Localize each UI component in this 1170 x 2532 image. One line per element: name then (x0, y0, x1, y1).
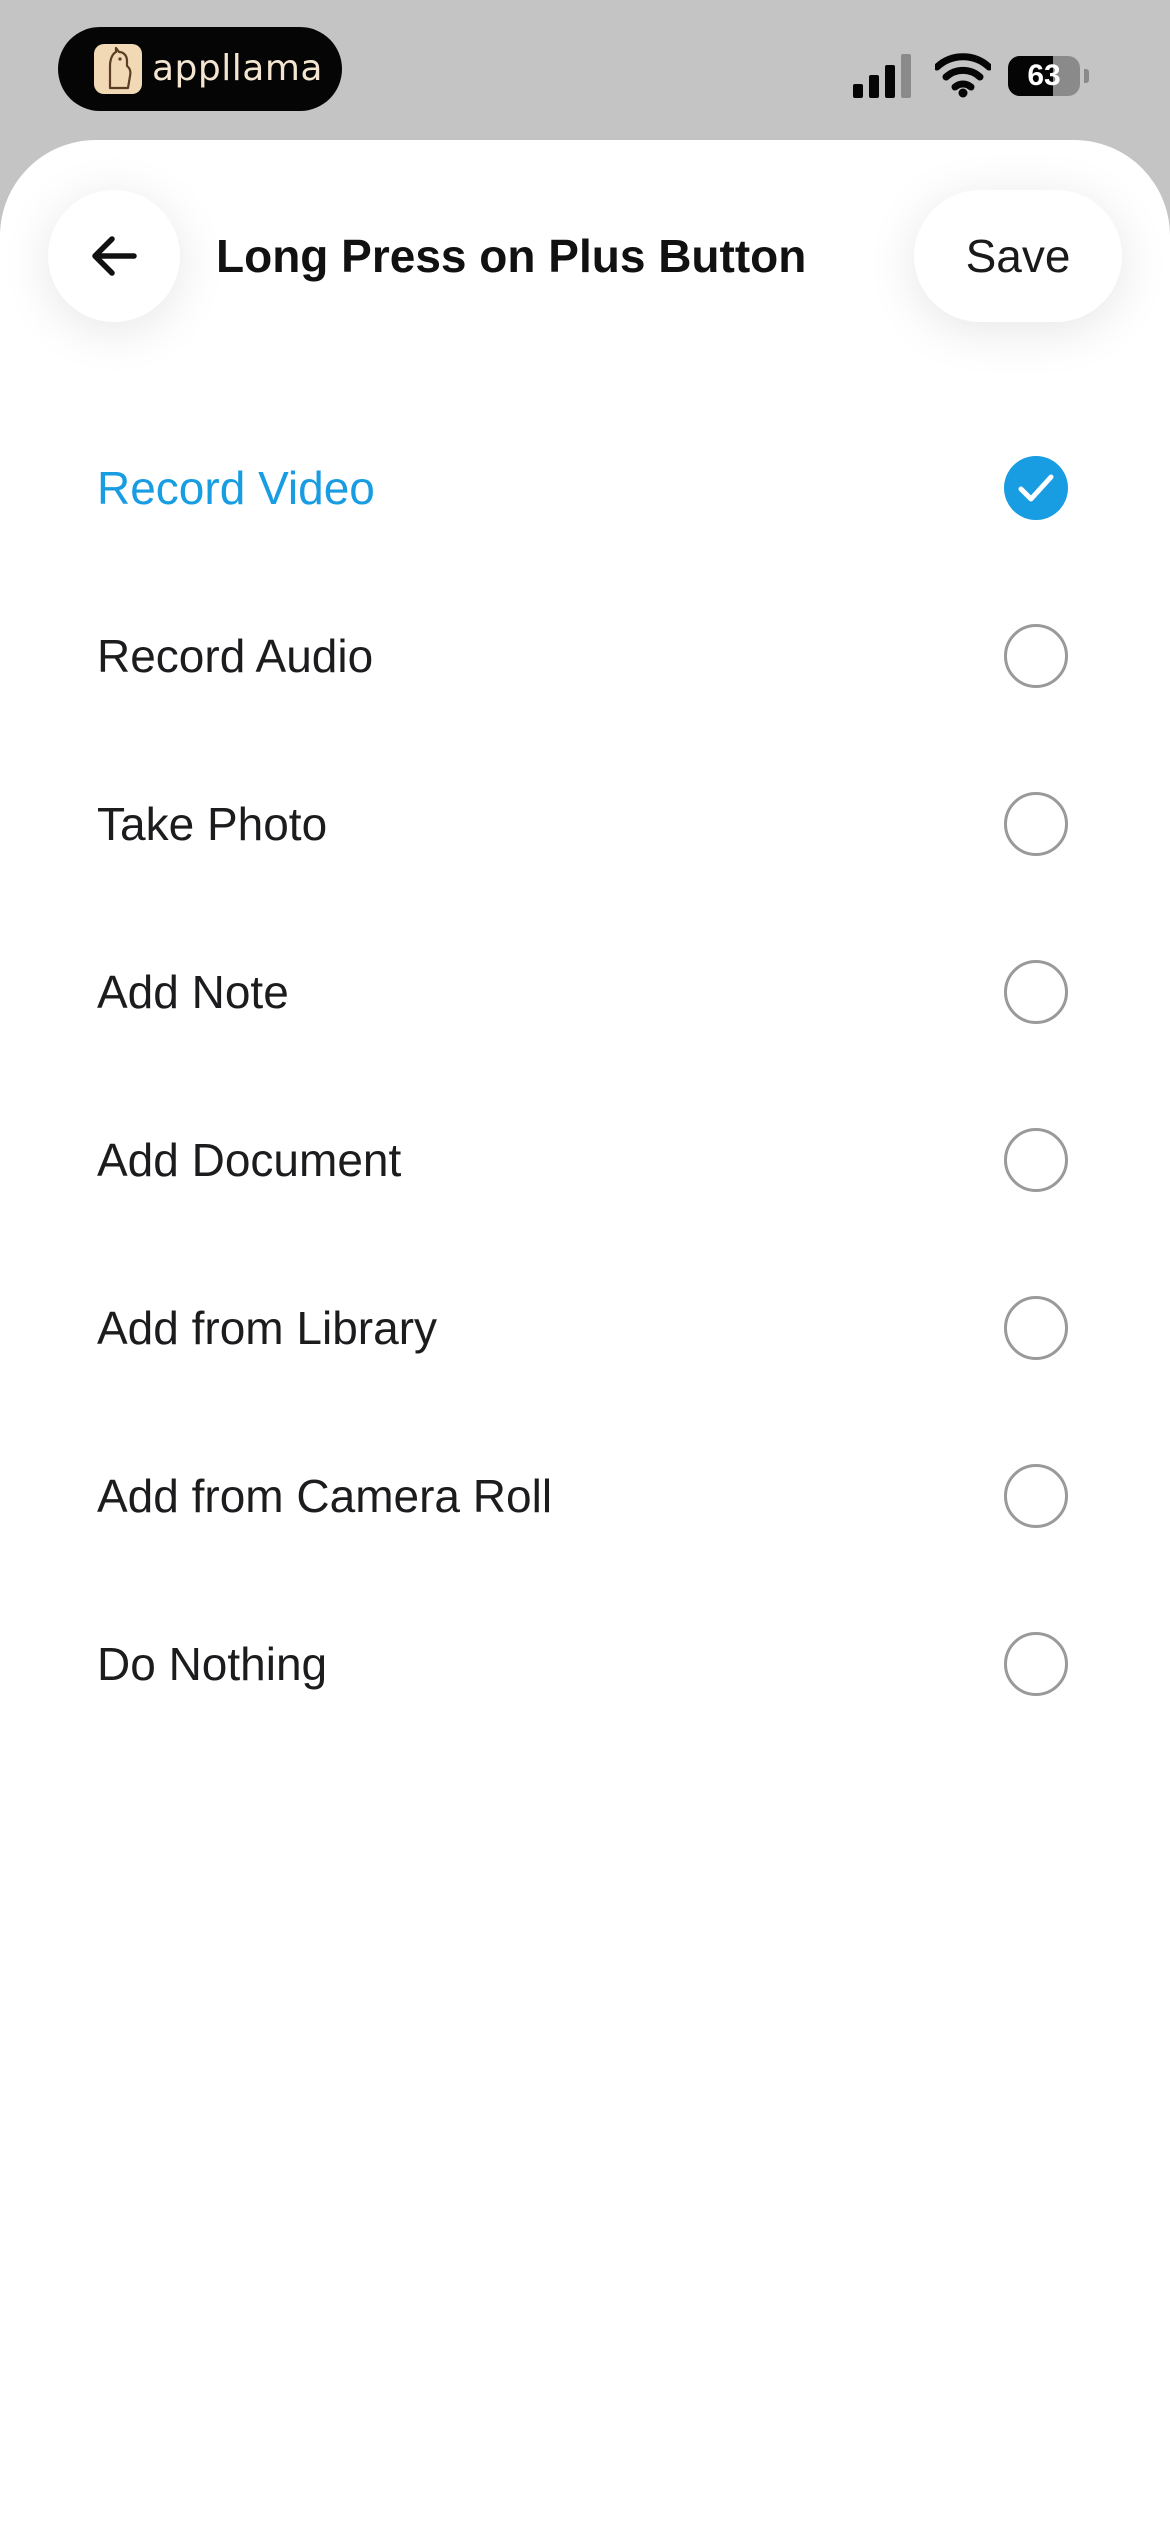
option-label: Add Document (97, 1134, 402, 1186)
llama-logo-icon (94, 44, 142, 94)
radio-unchecked[interactable] (1004, 1632, 1068, 1696)
option-row[interactable]: Add Note (0, 908, 1170, 1076)
option-label: Take Photo (97, 798, 328, 850)
option-label: Add from Camera Roll (97, 1470, 553, 1522)
back-button[interactable] (48, 190, 180, 322)
option-row[interactable]: Add from Camera Roll (0, 1412, 1170, 1580)
radio-unchecked[interactable] (1004, 1296, 1068, 1360)
settings-sheet: Long Press on Plus Button Save Record Vi… (0, 140, 1170, 2532)
option-row[interactable]: Record Video (0, 404, 1170, 572)
save-button[interactable]: Save (914, 190, 1122, 322)
option-label: Record Audio (97, 630, 374, 682)
page-title: Long Press on Plus Button (216, 230, 807, 282)
brand-name: appllama (152, 48, 323, 89)
radio-unchecked[interactable] (1004, 1464, 1068, 1528)
wifi-icon (935, 53, 991, 98)
battery-level: 63 (1027, 59, 1061, 92)
radio-unchecked[interactable] (1004, 960, 1068, 1024)
radio-unchecked[interactable] (1004, 1128, 1068, 1192)
battery-icon: 63 (1008, 56, 1092, 96)
arrow-left-icon (92, 236, 137, 276)
option-label: Do Nothing (97, 1638, 328, 1690)
option-label: Record Video (97, 462, 375, 514)
option-row[interactable]: Take Photo (0, 740, 1170, 908)
option-row[interactable]: Do Nothing (0, 1580, 1170, 1748)
checkmark-icon (1018, 474, 1054, 502)
status-bar: appllama 63 (0, 0, 1170, 140)
battery-cap (1084, 69, 1089, 83)
brand-badge[interactable]: appllama (58, 27, 342, 111)
option-label: Add from Library (97, 1302, 438, 1354)
radio-unchecked[interactable] (1004, 624, 1068, 688)
option-row[interactable]: Add from Library (0, 1244, 1170, 1412)
option-label: Add Note (97, 966, 289, 1018)
option-row[interactable]: Add Document (0, 1076, 1170, 1244)
radio-unchecked[interactable] (1004, 792, 1068, 856)
option-row[interactable]: Record Audio (0, 572, 1170, 740)
cellular-signal-icon (853, 54, 911, 98)
radio-checked[interactable] (1004, 456, 1068, 520)
